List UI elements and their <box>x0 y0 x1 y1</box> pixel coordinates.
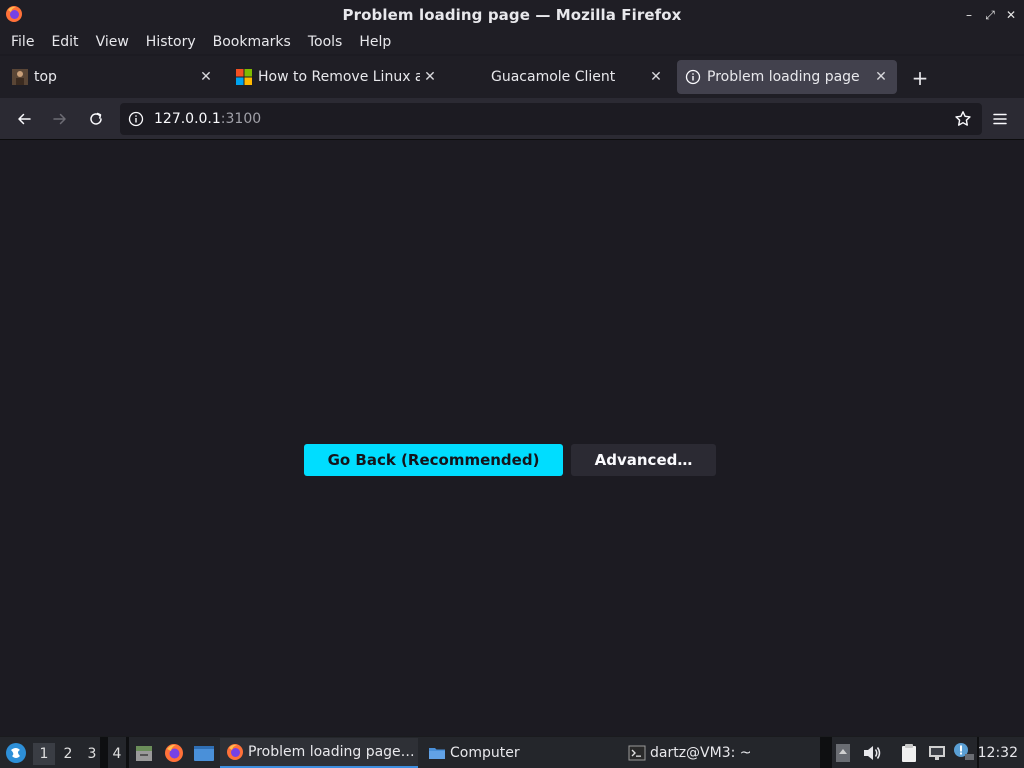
tab-close-icon[interactable]: ✕ <box>420 67 440 87</box>
task-computer[interactable]: Computer <box>422 738 612 768</box>
firefox-icon <box>227 744 243 760</box>
tab-top[interactable]: top ✕ <box>2 60 222 94</box>
menu-bookmarks[interactable]: Bookmarks <box>207 34 297 50</box>
scroll-up-indicator-icon[interactable] <box>836 744 850 762</box>
task-terminal[interactable]: dartz@VM3: ~ <box>622 738 812 768</box>
reload-icon <box>90 112 102 125</box>
reload-button[interactable] <box>85 108 107 130</box>
tab-label: Guacamole Client <box>491 69 616 85</box>
desktop-launcher-icon[interactable] <box>193 743 215 763</box>
clock[interactable]: 12:32 <box>978 737 1018 768</box>
taskbar: 1 2 3 4 Problem loading page… Computer d… <box>0 736 1024 768</box>
folder-icon <box>429 748 445 759</box>
minimize-button[interactable]: – <box>960 6 978 24</box>
go-back-button[interactable]: Go Back (Recommended) <box>304 444 563 476</box>
tab-problem-loading-page[interactable]: Problem loading page ✕ <box>677 60 897 94</box>
url-host: 127.0.0.1 <box>154 111 221 127</box>
url-port: :3100 <box>220 111 262 127</box>
clipboard-icon[interactable] <box>899 743 919 763</box>
tab-strip: top ✕ How to Remove Linux an ✕ Guacamole… <box>0 56 1024 98</box>
task-firefox[interactable]: Problem loading page… <box>220 738 418 768</box>
separator <box>126 737 129 768</box>
tab-how-to-remove-linux[interactable]: How to Remove Linux an ✕ <box>226 60 446 94</box>
user-avatar-icon <box>12 69 28 85</box>
menu-tools[interactable]: Tools <box>302 34 349 50</box>
menu-help[interactable]: Help <box>353 34 397 50</box>
restore-button[interactable]: ⤢ <box>981 6 999 24</box>
tab-close-icon[interactable]: ✕ <box>646 67 666 87</box>
new-tab-button[interactable]: + <box>908 66 932 90</box>
menu-bar: File Edit View History Bookmarks Tools H… <box>0 30 1024 54</box>
separator <box>820 737 832 768</box>
close-window-button[interactable]: ✕ <box>1002 6 1020 24</box>
menu-file[interactable]: File <box>5 34 40 50</box>
error-page: Go Back (Recommended) Advanced… <box>0 141 1024 735</box>
windows-logo-icon <box>236 69 252 85</box>
arrow-right-icon <box>53 113 66 125</box>
network-icon[interactable] <box>927 743 947 763</box>
window-titlebar: Problem loading page — Mozilla Firefox –… <box>0 0 1024 30</box>
menu-history[interactable]: History <box>140 34 202 50</box>
tab-guacamole-client[interactable]: Guacamole Client ✕ <box>450 60 672 94</box>
workspace-4[interactable]: 4 <box>106 743 128 765</box>
site-info-icon[interactable] <box>128 111 144 127</box>
bookmark-star-icon[interactable] <box>954 110 972 128</box>
address-bar[interactable]: 127.0.0.1:3100 <box>120 103 982 135</box>
hamburger-menu-icon <box>993 113 1007 125</box>
workspace-1[interactable]: 1 <box>33 743 55 765</box>
firefox-launcher-icon[interactable] <box>164 743 184 763</box>
app-menu-button[interactable] <box>989 108 1011 130</box>
menu-edit[interactable]: Edit <box>45 34 84 50</box>
tab-label: top <box>34 69 57 85</box>
window-title: Problem loading page — Mozilla Firefox <box>342 6 682 24</box>
task-label: Problem loading page… <box>248 744 415 760</box>
start-menu-icon[interactable] <box>5 742 27 764</box>
blank-favicon-icon <box>460 69 476 85</box>
file-manager-launcher-icon[interactable] <box>134 743 154 763</box>
terminal-icon <box>628 745 646 761</box>
navigation-toolbar: 127.0.0.1:3100 <box>0 98 1024 140</box>
task-label: Computer <box>450 745 520 761</box>
back-button[interactable] <box>13 108 35 130</box>
firefox-icon <box>6 6 22 22</box>
tab-close-icon[interactable]: ✕ <box>871 67 891 87</box>
workspace-2[interactable]: 2 <box>57 743 79 765</box>
tab-close-icon[interactable]: ✕ <box>196 67 216 87</box>
task-label: dartz@VM3: ~ <box>650 745 752 761</box>
menu-view[interactable]: View <box>90 34 135 50</box>
notification-icon[interactable] <box>953 742 975 762</box>
tab-label: How to Remove Linux an <box>258 69 420 85</box>
advanced-button[interactable]: Advanced… <box>571 444 716 476</box>
tab-label: Problem loading page <box>707 69 860 85</box>
forward-button[interactable] <box>49 108 71 130</box>
volume-icon[interactable] <box>862 744 882 762</box>
info-icon <box>685 69 701 85</box>
arrow-left-icon <box>18 113 31 125</box>
